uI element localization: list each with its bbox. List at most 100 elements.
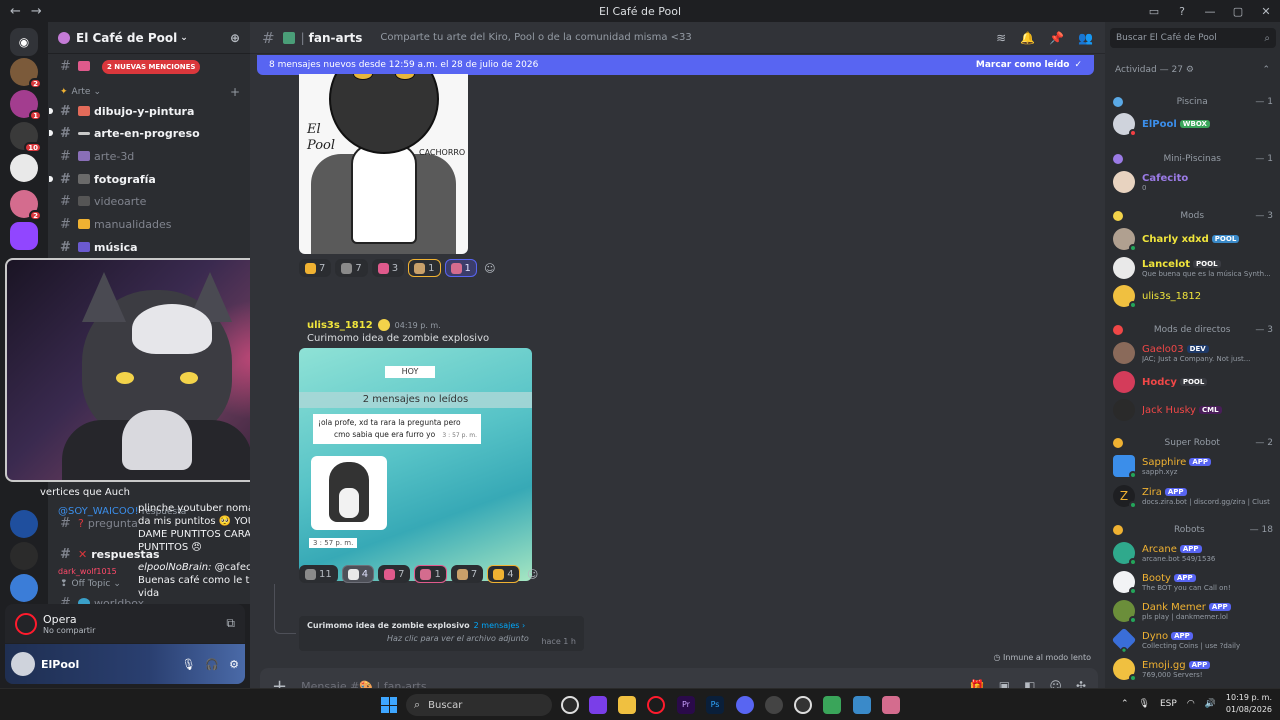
server-icon[interactable]: 10 [10, 122, 42, 153]
server-icon[interactable] [10, 574, 38, 602]
channel-dibujo-y-pintura[interactable]: # dibujo-y-pintura [48, 101, 250, 121]
add-reaction-icon[interactable]: ☺ [524, 565, 542, 583]
member-item[interactable]: Lancelot POOL Que buena que es la música S… [1113, 256, 1278, 280]
message-author[interactable]: ulis3s_1812 [307, 320, 373, 331]
add-channel-icon[interactable]: + [230, 85, 240, 99]
twitch-server-icon[interactable] [10, 222, 38, 250]
app-icon[interactable] [765, 696, 783, 714]
add-reaction-icon[interactable]: ☺ [481, 259, 499, 277]
windows-start-icon[interactable] [381, 697, 397, 713]
app-icon[interactable] [823, 696, 841, 714]
discord-icon[interactable] [736, 696, 754, 714]
new-messages-bar[interactable]: 8 mensajes nuevos desde 12:59 a.m. el 28… [257, 55, 1094, 75]
server-icon[interactable] [10, 154, 38, 182]
clock[interactable]: 10:19 p. m. 01/08/2026 [1226, 692, 1272, 716]
member-item[interactable]: Charly xdxd POOL [1113, 227, 1278, 252]
member-item[interactable]: Emoji.gg APP 769,000 Servers! [1113, 657, 1278, 682]
close-icon[interactable]: ✕ [1252, 0, 1280, 22]
reaction[interactable]: 1 [414, 565, 447, 583]
chevron-up-icon[interactable]: ⌃ [1121, 699, 1129, 709]
app-icon[interactable] [882, 696, 900, 714]
photoshop-icon[interactable]: Ps [706, 696, 724, 714]
current-user[interactable]: ElPool 🎙 🎧 ⚙ [5, 644, 245, 684]
member-item[interactable]: Hodcy POOL [1113, 370, 1278, 394]
language-indicator[interactable]: ESP [1160, 699, 1177, 709]
reaction[interactable]: 7 [450, 565, 484, 583]
screen-share-icon[interactable]: ⧉ [226, 616, 235, 631]
maximize-icon[interactable]: ▢ [1224, 0, 1252, 22]
member-item[interactable]: Arcane APP arcane.bot 549/1536 [1113, 541, 1278, 566]
thread-preview[interactable]: Curimomo idea de zombie explosivo 2 mensa… [299, 616, 584, 651]
member-item[interactable]: Gaelo03 DEV JAC; Just a Company. Not just.… [1113, 341, 1278, 365]
search-input[interactable]: Buscar El Café de Pool ⌕ [1110, 28, 1276, 48]
microphone-icon[interactable]: 🎙 [1139, 699, 1150, 709]
notification-bell-icon[interactable]: 🔔 [1020, 31, 1035, 45]
opera-icon[interactable] [647, 696, 665, 714]
fan-art-image[interactable]: El Pool CACHORRO [299, 74, 468, 254]
member-item[interactable]: ulis3s_1812 [1113, 284, 1278, 309]
member-item[interactable]: Dyno APP Collecting Coins | use ?daily [1111, 627, 1278, 655]
reaction[interactable]: 7 [378, 565, 411, 583]
app-icon[interactable] [853, 696, 871, 714]
reaction[interactable]: 7 [335, 259, 368, 277]
server-icon[interactable]: 1 [10, 90, 42, 121]
reaction[interactable]: 7 [299, 259, 332, 277]
reaction[interactable]: 3 [371, 259, 405, 277]
volume-icon[interactable]: 🔊 [1205, 699, 1216, 709]
activity-title: Opera [43, 612, 77, 626]
member-item[interactable]: Jack Husky CML [1113, 398, 1278, 422]
server-icon[interactable] [10, 542, 38, 570]
minimize-icon[interactable]: — [1196, 0, 1224, 22]
discord-home-icon[interactable]: ◉ [10, 28, 38, 56]
member-item[interactable]: Cafecito 0 [1113, 170, 1278, 194]
server-icon[interactable]: 2 [10, 58, 42, 89]
reaction[interactable]: 1 [444, 259, 477, 277]
taskbar-search[interactable]: ⌕ Buscar [406, 694, 552, 716]
member-item[interactable]: Dank Memer APP pls play | dankmemer.lol [1113, 599, 1278, 624]
member-item[interactable]: ElPool WBOX [1113, 112, 1278, 137]
slowmode-notice: ◷ Inmune al modo lento [993, 653, 1091, 662]
headphones-icon[interactable]: 🎧 [205, 658, 219, 671]
file-explorer-icon[interactable] [618, 696, 636, 714]
app-icon[interactable] [561, 696, 579, 714]
channel-arte-en-progreso[interactable]: # arte-en-progreso [48, 123, 250, 143]
mark-as-read-button[interactable]: Marcar como leído [976, 60, 1070, 70]
settings-gear-icon[interactable]: ⚙ [229, 658, 239, 671]
server-icon[interactable] [10, 510, 38, 538]
premiere-icon[interactable]: Pr [677, 696, 695, 714]
reaction[interactable]: 4 [487, 565, 520, 583]
inbox-icon[interactable]: ▭ [1140, 0, 1168, 22]
help-icon[interactable]: ? [1168, 0, 1196, 22]
reaction[interactable]: 1 [408, 259, 441, 277]
media-player-icon[interactable] [794, 696, 812, 714]
channel-name: fan-arts [308, 30, 363, 45]
invite-people-icon[interactable]: ⊕ [230, 31, 240, 45]
member-item[interactable]: Z Zira APP docs.zira.bot | discord.gg/zira … [1113, 484, 1278, 509]
thread-count[interactable]: 2 mensajes › [474, 621, 526, 630]
microphone-icon[interactable]: 🎙 [181, 658, 195, 671]
app-icon[interactable] [589, 696, 607, 714]
activity-header[interactable]: Actividad — 27 ⚙ ⌃ [1115, 65, 1270, 75]
category-arte[interactable]: ✦ Arte ⌄ + [48, 84, 250, 100]
back-arrow-icon[interactable]: ← [10, 4, 21, 19]
channel-topic[interactable]: Comparte tu arte del Kiro, Pool o de la … [380, 32, 691, 43]
channel-fotografia[interactable]: # fotografía [48, 169, 250, 189]
channel-manualidades[interactable]: # manualidades [48, 214, 250, 234]
pin-icon[interactable]: 📌 [1049, 31, 1064, 45]
channel-musica[interactable]: # música [48, 237, 250, 257]
active-server-icon[interactable]: 2 [10, 190, 42, 221]
threads-icon[interactable]: ≋ [996, 31, 1006, 45]
forward-arrow-icon[interactable]: → [31, 4, 42, 19]
wifi-icon[interactable]: ◠ [1187, 699, 1195, 709]
reaction[interactable]: 4 [341, 565, 375, 583]
channel-item[interactable]: # [48, 56, 250, 76]
member-list-icon[interactable]: 👥 [1078, 31, 1093, 45]
channel-videoarte[interactable]: # videoarte [48, 191, 250, 211]
guild-name: El Café de Pool [76, 30, 178, 45]
chat-screenshot-image[interactable]: HOY 2 mensajes no leídos ¡ola profe, xd … [299, 348, 532, 581]
guild-header[interactable]: El Café de Pool ⌄ ⊕ [48, 22, 250, 54]
member-item[interactable]: Booty APP The BOT you can Call on! [1113, 570, 1278, 595]
reaction[interactable]: 11 [299, 565, 338, 583]
channel-arte-3d[interactable]: # arte-3d [48, 146, 250, 166]
member-item[interactable]: Sapphire APP sapph.xyz [1113, 454, 1278, 479]
